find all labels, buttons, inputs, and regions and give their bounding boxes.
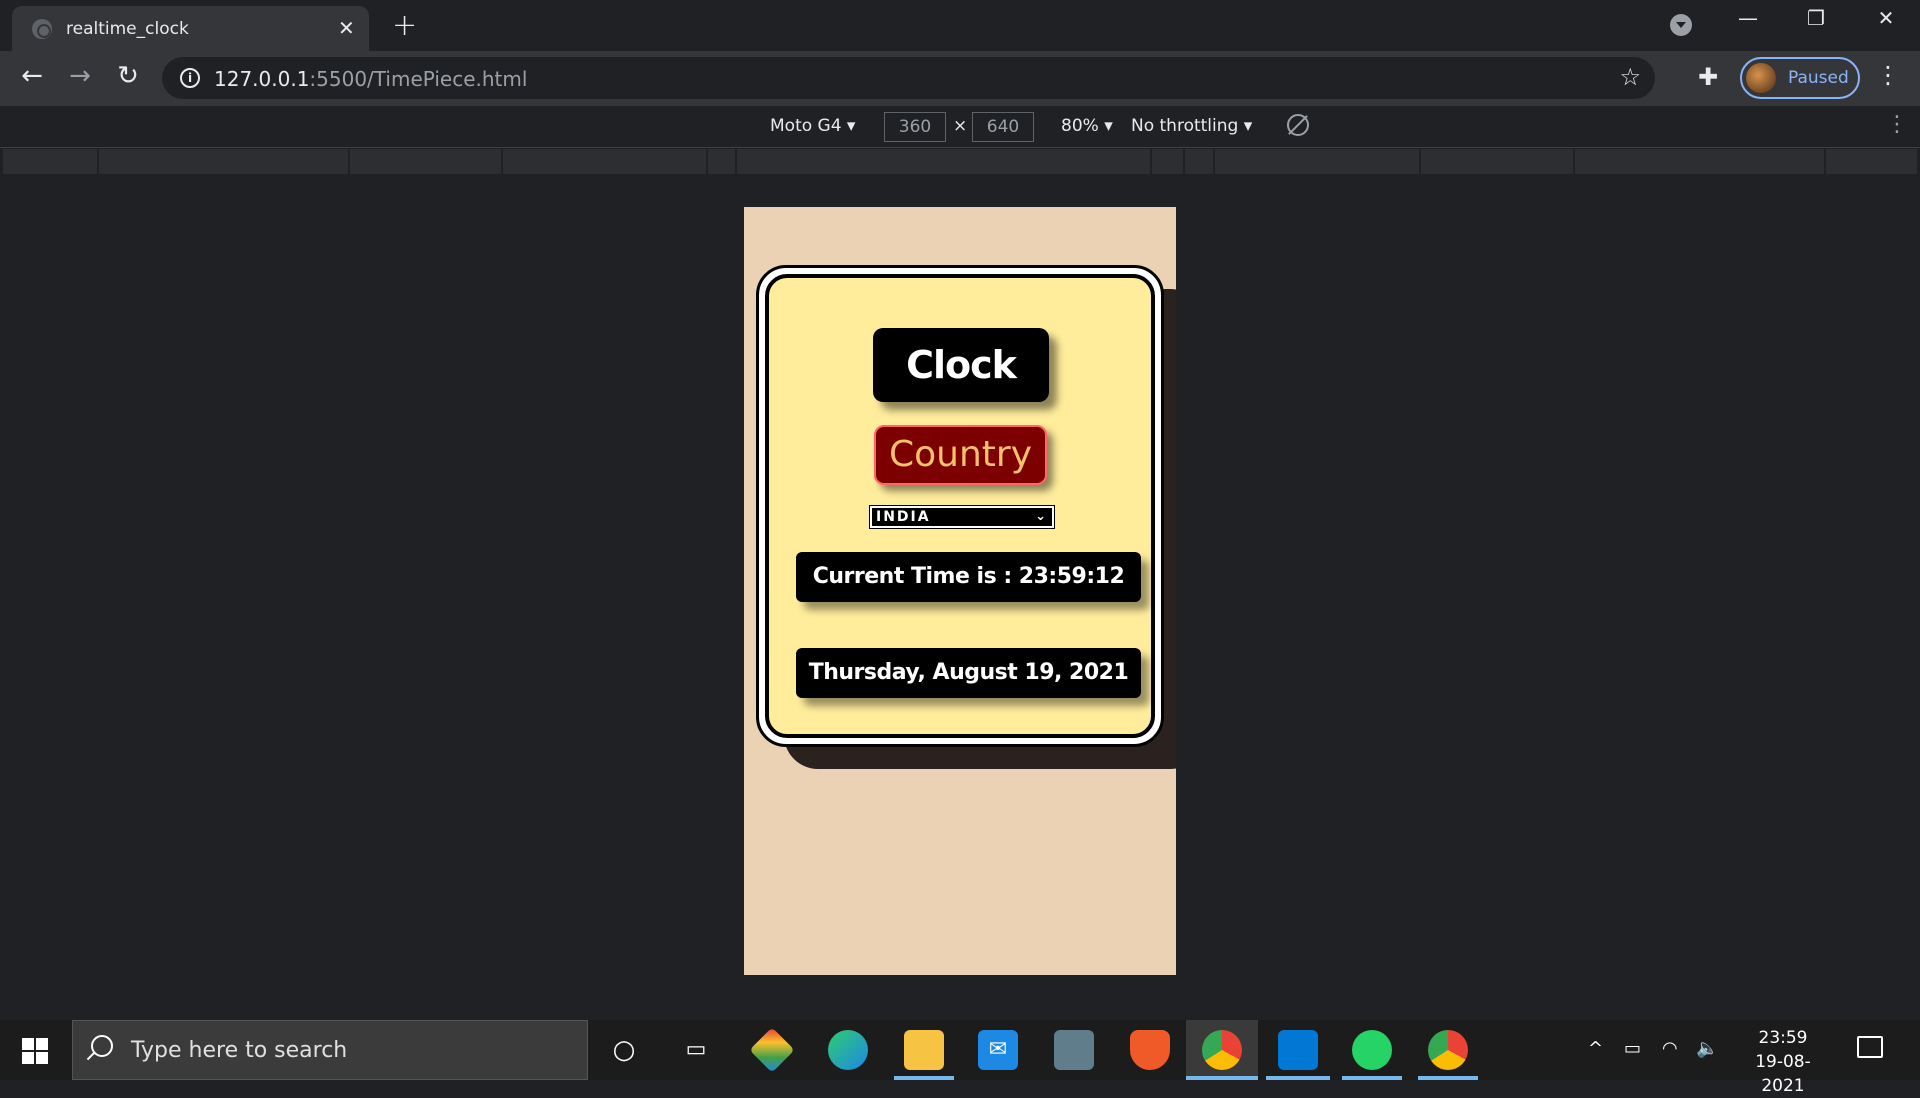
url-path: :5500/TimePiece.html bbox=[309, 67, 528, 91]
tab-search-icon[interactable] bbox=[1670, 14, 1692, 36]
back-icon[interactable]: ← bbox=[14, 61, 50, 91]
device-select[interactable]: Moto G4 ▾ bbox=[770, 116, 855, 136]
media-query-segment[interactable] bbox=[501, 149, 503, 174]
windows-start-icon[interactable] bbox=[22, 1038, 48, 1064]
url-host: 127.0.0.1 bbox=[214, 67, 310, 91]
globe-icon bbox=[32, 19, 52, 39]
media-query-segment[interactable] bbox=[1150, 149, 1152, 174]
media-query-segment[interactable] bbox=[97, 149, 99, 174]
device-more-icon[interactable]: ⋮ bbox=[1886, 112, 1908, 137]
site-info-icon[interactable]: i bbox=[180, 68, 200, 88]
browser-toolbar: ← → ↻ i 127.0.0.1:5500/TimePiece.html ☆ … bbox=[0, 51, 1920, 106]
cortana-icon[interactable]: ○ bbox=[604, 1030, 644, 1070]
chrome-icon[interactable] bbox=[1202, 1030, 1242, 1070]
close-tab-icon[interactable]: ✕ bbox=[338, 16, 355, 40]
mail-icon[interactable]: ✉ bbox=[978, 1030, 1018, 1070]
task-view-icon[interactable]: ▭ bbox=[676, 1030, 716, 1070]
emulated-viewport: Clock Country INDIA ⌄ Current Time is : … bbox=[744, 207, 1176, 975]
clock-heading: Clock bbox=[873, 328, 1049, 402]
taskbar-clock[interactable]: 23:59 19-08-2021 bbox=[1738, 1026, 1828, 1098]
volume-icon[interactable]: 🔈 bbox=[1696, 1038, 1718, 1059]
avatar bbox=[1746, 63, 1776, 93]
media-query-segment[interactable] bbox=[1573, 149, 1575, 174]
device-name: Moto G4 bbox=[770, 116, 842, 136]
country-dropdown[interactable]: INDIA ⌄ bbox=[869, 505, 1055, 529]
rotate-icon[interactable] bbox=[1287, 114, 1309, 136]
active-indicator bbox=[1342, 1076, 1402, 1080]
clock-card-inner: Clock Country INDIA ⌄ Current Time is : … bbox=[765, 274, 1155, 738]
media-query-segment[interactable] bbox=[735, 149, 737, 174]
date-display: Thursday, August 19, 2021 bbox=[796, 648, 1141, 698]
media-query-segment[interactable] bbox=[1213, 149, 1215, 174]
media-query-bar[interactable] bbox=[3, 149, 1917, 174]
active-indicator bbox=[1186, 1076, 1258, 1080]
whatsapp-icon[interactable] bbox=[1352, 1030, 1392, 1070]
dimension-separator: × bbox=[953, 116, 968, 136]
vscode-icon[interactable] bbox=[1278, 1030, 1318, 1070]
reload-icon[interactable]: ↻ bbox=[110, 61, 146, 91]
close-window-icon[interactable]: ✕ bbox=[1866, 6, 1906, 30]
taskbar: Type here to search ○ ▭ ✉ ^ ▭ ◠ 🔈 23:59 … bbox=[0, 1020, 1920, 1096]
taskbar-search[interactable]: Type here to search bbox=[72, 1020, 588, 1080]
country-heading: Country bbox=[874, 425, 1047, 485]
new-tab-button[interactable]: + bbox=[392, 8, 417, 43]
brave-browser-icon[interactable] bbox=[1130, 1030, 1170, 1070]
zoom-value: 80% bbox=[1061, 116, 1099, 136]
media-query-segment[interactable] bbox=[1419, 149, 1421, 174]
viewport-height-input[interactable]: 640 bbox=[972, 112, 1034, 142]
chevron-up-icon[interactable]: ^ bbox=[1588, 1038, 1603, 1059]
tab-title: realtime_clock bbox=[66, 19, 189, 39]
browser-menu-icon[interactable]: ⋮ bbox=[1876, 61, 1900, 89]
edge-browser-icon[interactable] bbox=[828, 1030, 868, 1070]
search-icon bbox=[91, 1035, 113, 1057]
active-indicator bbox=[894, 1076, 954, 1080]
profile-status: Paused bbox=[1788, 68, 1849, 88]
chevron-down-icon: ⌄ bbox=[1035, 509, 1046, 524]
laptop-app-icon[interactable] bbox=[1054, 1030, 1094, 1070]
taskbar-date: 19-08-2021 bbox=[1755, 1052, 1811, 1096]
restore-icon[interactable]: ❐ bbox=[1796, 6, 1836, 30]
active-indicator bbox=[1266, 1076, 1330, 1080]
country-selected-value: INDIA bbox=[876, 509, 931, 525]
url-text: 127.0.0.1:5500/TimePiece.html bbox=[214, 67, 527, 91]
viewport-width-input[interactable]: 360 bbox=[884, 112, 946, 142]
chrome-icon[interactable] bbox=[1428, 1030, 1468, 1070]
file-explorer-icon[interactable] bbox=[904, 1030, 944, 1070]
throttling-select[interactable]: No throttling ▾ bbox=[1131, 116, 1252, 136]
clock-card: Clock Country INDIA ⌄ Current Time is : … bbox=[756, 265, 1164, 747]
current-time-display: Current Time is : 23:59:12 bbox=[796, 552, 1141, 602]
browser-tab[interactable]: realtime_clock ✕ bbox=[12, 6, 369, 51]
media-query-segment[interactable] bbox=[1183, 149, 1185, 174]
device-toolbar: Moto G4 ▾ 360 × 640 80% ▾ No throttling … bbox=[0, 106, 1920, 148]
bookmark-star-icon[interactable]: ☆ bbox=[1619, 63, 1641, 91]
zoom-select[interactable]: 80% ▾ bbox=[1061, 116, 1113, 136]
wifi-icon[interactable]: ◠ bbox=[1662, 1038, 1678, 1059]
profile-button[interactable]: Paused bbox=[1740, 57, 1860, 99]
battery-icon[interactable]: ▭ bbox=[1624, 1038, 1641, 1059]
extensions-puzzle-icon[interactable]: ✚ bbox=[1698, 63, 1718, 91]
forward-icon[interactable]: → bbox=[62, 61, 98, 91]
media-query-segment[interactable] bbox=[706, 149, 708, 174]
git-app-icon[interactable] bbox=[749, 1027, 795, 1073]
media-query-segment[interactable] bbox=[1824, 149, 1826, 174]
taskbar-time: 23:59 bbox=[1758, 1028, 1808, 1048]
search-placeholder: Type here to search bbox=[131, 1038, 348, 1063]
notifications-icon[interactable] bbox=[1857, 1036, 1883, 1058]
media-query-segment[interactable] bbox=[348, 149, 350, 174]
minimize-icon[interactable]: — bbox=[1728, 6, 1768, 30]
throttling-value: No throttling bbox=[1131, 116, 1239, 136]
active-indicator bbox=[1418, 1076, 1478, 1080]
tab-strip: realtime_clock ✕ + — ❐ ✕ bbox=[0, 0, 1920, 51]
address-bar[interactable]: i 127.0.0.1:5500/TimePiece.html ☆ bbox=[162, 57, 1655, 99]
